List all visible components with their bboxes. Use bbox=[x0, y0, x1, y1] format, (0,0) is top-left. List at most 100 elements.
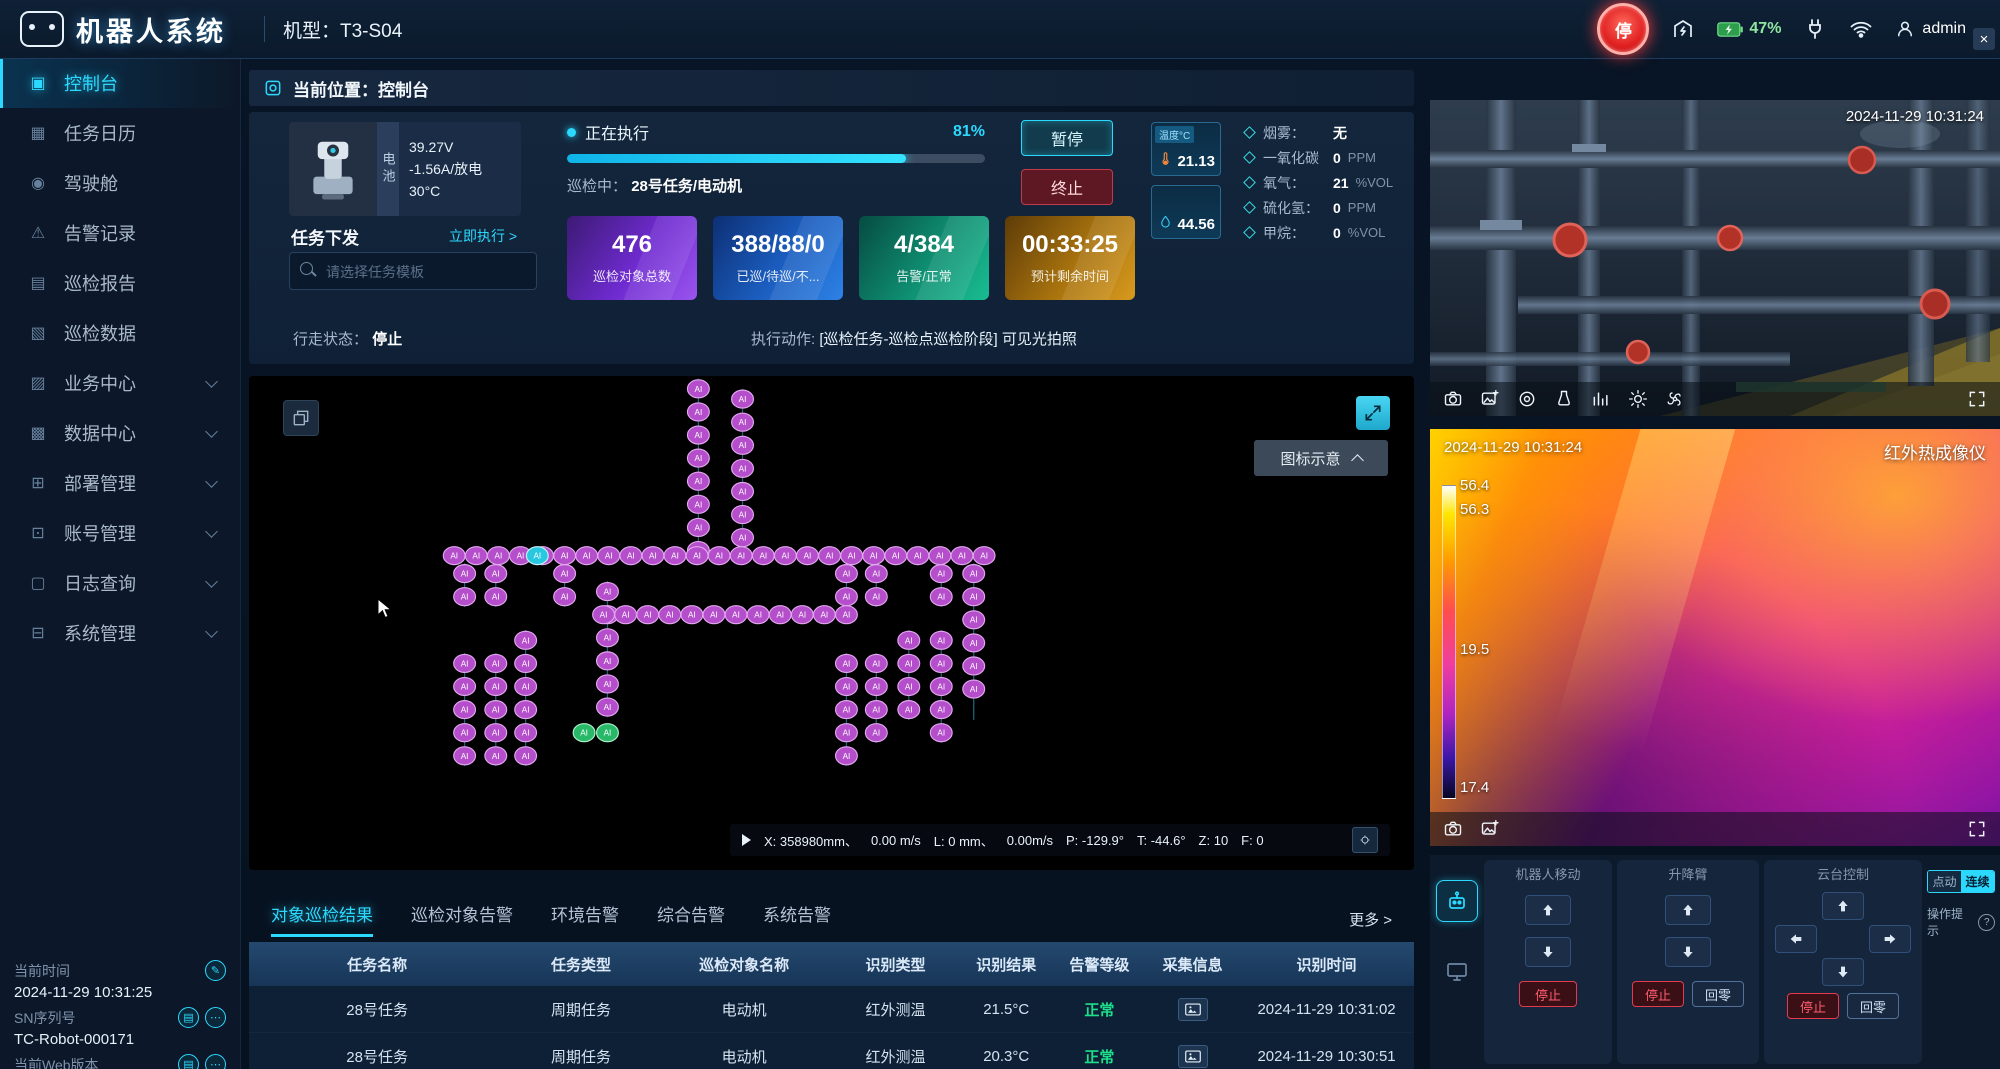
svg-text:AI: AI bbox=[759, 552, 767, 561]
console-icon: ▣ bbox=[27, 73, 49, 93]
continuous-option[interactable]: 连续 bbox=[1961, 871, 1994, 892]
capture-add-icon[interactable] bbox=[1480, 389, 1500, 409]
move-stop-button[interactable]: 停止 bbox=[1519, 981, 1577, 1007]
table-row[interactable]: 28号任务 周期任务 电动机 红外测温 20.3°C 正常 2024-11-29… bbox=[249, 1033, 1414, 1069]
more-dots-icon[interactable]: ⋯ bbox=[205, 1007, 226, 1028]
robot-move-panel: 机器人移动 停止 bbox=[1484, 860, 1612, 1064]
ptz-stop-button[interactable]: 停止 bbox=[1787, 993, 1839, 1019]
gas-readings: 烟雾：无 一氧化碳0PPM 氧气：21%VOL 硫化氢：0PPM 甲烷：0%VO… bbox=[1245, 120, 1413, 245]
flask-icon[interactable] bbox=[1554, 389, 1574, 409]
user-menu[interactable]: admin bbox=[1895, 19, 1966, 39]
sidebar-item-account[interactable]: ⊡ 账号管理 bbox=[0, 508, 240, 558]
wiper-fan-icon[interactable] bbox=[1665, 389, 1685, 409]
legend-toggle[interactable]: 图标示意 bbox=[1254, 440, 1388, 476]
tab-env-alarms[interactable]: 环境告警 bbox=[551, 901, 619, 937]
tab-object-alarms[interactable]: 巡检对象告警 bbox=[411, 901, 513, 937]
sidebar-item-data-center[interactable]: ▩ 数据中心 bbox=[0, 408, 240, 458]
inspecting-label: 巡检中： bbox=[567, 178, 627, 195]
jog-option[interactable]: 点动 bbox=[1928, 871, 1961, 892]
sidebar-item-log-query[interactable]: ▢ 日志查询 bbox=[0, 558, 240, 608]
battery-tab-label: 电池 bbox=[377, 122, 399, 216]
sidebar-item-deployment[interactable]: ⊞ 部署管理 bbox=[0, 458, 240, 508]
svg-text:AI: AI bbox=[695, 523, 703, 532]
close-icon[interactable]: × bbox=[1973, 28, 1995, 50]
snapshot-icon[interactable] bbox=[1443, 819, 1463, 839]
col-capture-info: 采集信息 bbox=[1146, 954, 1239, 975]
app-logo: 机器人系统 bbox=[0, 10, 246, 49]
legend-label: 图标示意 bbox=[1280, 448, 1340, 469]
capture-add-icon[interactable] bbox=[1480, 819, 1500, 839]
sidebar-item-business-center[interactable]: ▨ 业务中心 bbox=[0, 358, 240, 408]
lift-up-button[interactable] bbox=[1665, 895, 1711, 925]
map-canvas[interactable]: AIAIAIAIAIAIAIAIAIAIAIAIAIAIAIAIAIAIAIAI… bbox=[249, 376, 1414, 870]
lift-down-button[interactable] bbox=[1665, 937, 1711, 967]
lift-stop-button[interactable]: 停止 bbox=[1632, 981, 1684, 1007]
svg-text:AI: AI bbox=[872, 729, 880, 738]
svg-text:AI: AI bbox=[627, 552, 635, 561]
svg-text:AI: AI bbox=[695, 408, 703, 417]
more-link[interactable]: 更多 > bbox=[1349, 909, 1392, 930]
locate-button[interactable] bbox=[1352, 827, 1378, 853]
capture-thumbnail[interactable] bbox=[1178, 1045, 1208, 1068]
charger-plug-icon[interactable] bbox=[1803, 17, 1827, 41]
snapshot-icon[interactable] bbox=[1443, 389, 1463, 409]
sidebar-item-inspection-data[interactable]: ▧ 巡检数据 bbox=[0, 308, 240, 358]
play-icon[interactable] bbox=[742, 834, 751, 846]
brightness-icon[interactable] bbox=[1628, 389, 1648, 409]
fullscreen-icon[interactable] bbox=[1967, 389, 1987, 409]
table-row[interactable]: 28号任务 周期任务 电动机 红外测温 21.5°C 正常 2024-11-29… bbox=[249, 986, 1414, 1033]
map-layers-button[interactable] bbox=[283, 400, 319, 436]
edit-icon[interactable]: ✎ bbox=[205, 960, 226, 981]
sidebar-item-inspection-report[interactable]: ▤ 巡检报告 bbox=[0, 258, 240, 308]
execute-now-link[interactable]: 立即执行 > bbox=[449, 226, 517, 246]
histogram-icon[interactable] bbox=[1591, 389, 1611, 409]
jog-continuous-toggle[interactable]: 点动 连续 bbox=[1927, 870, 1995, 893]
sidebar-item-task-calendar[interactable]: ▦ 任务日历 bbox=[0, 108, 240, 158]
move-up-button[interactable] bbox=[1525, 895, 1571, 925]
emergency-stop-button[interactable]: 停 bbox=[1597, 3, 1649, 55]
more-dots-icon[interactable]: ⋯ bbox=[205, 1054, 226, 1069]
fullscreen-icon[interactable] bbox=[1967, 819, 1987, 839]
svg-text:AI: AI bbox=[870, 552, 878, 561]
terminate-button[interactable]: 终止 bbox=[1021, 169, 1113, 205]
aperture-icon[interactable] bbox=[1517, 389, 1537, 409]
svg-text:AI: AI bbox=[604, 729, 612, 738]
grid-icon[interactable]: ▤ bbox=[178, 1054, 199, 1069]
screen-button[interactable] bbox=[1439, 956, 1475, 988]
sidebar-item-console[interactable]: ▣ 控制台 bbox=[0, 58, 240, 108]
map-expand-button[interactable] bbox=[1356, 396, 1390, 430]
ptz-zero-button[interactable]: 回零 bbox=[1847, 993, 1899, 1019]
svg-text:AI: AI bbox=[843, 752, 851, 761]
grid-icon[interactable]: ▤ bbox=[178, 1007, 199, 1028]
tab-object-results[interactable]: 对象巡检结果 bbox=[271, 901, 373, 937]
pause-button[interactable]: 暂停 bbox=[1021, 120, 1113, 156]
ptz-down-button[interactable] bbox=[1822, 958, 1864, 986]
sidebar-item-cockpit[interactable]: ◉ 驾驶舱 bbox=[0, 158, 240, 208]
svg-text:AI: AI bbox=[843, 611, 851, 620]
tab-combined-alarms[interactable]: 综合告警 bbox=[657, 901, 725, 937]
ptz-up-button[interactable] bbox=[1822, 892, 1864, 920]
sidebar-item-alarm-records[interactable]: ⚠ 告警记录 bbox=[0, 208, 240, 258]
dock-icon[interactable] bbox=[1671, 17, 1695, 41]
stat-value: 4/384 bbox=[894, 231, 954, 259]
svg-text:AI: AI bbox=[494, 552, 502, 561]
lift-zero-button[interactable]: 回零 bbox=[1692, 981, 1744, 1007]
stat-label: 巡检对象总数 bbox=[593, 266, 671, 285]
ptz-right-button[interactable] bbox=[1869, 925, 1911, 953]
ptz-left-button[interactable] bbox=[1775, 925, 1817, 953]
walk-status-label: 行走状态： bbox=[293, 331, 368, 348]
status-panel: 电池 39.27V -1.56A/放电 30°C 正在执行 81% 巡检中： 2… bbox=[249, 112, 1414, 364]
sidebar-item-system[interactable]: ⊟ 系统管理 bbox=[0, 608, 240, 658]
robot-mode-button[interactable] bbox=[1436, 880, 1478, 922]
svg-text:AI: AI bbox=[820, 611, 828, 620]
move-down-button[interactable] bbox=[1525, 937, 1571, 967]
task-template-input[interactable] bbox=[324, 253, 530, 291]
svg-text:AI: AI bbox=[739, 534, 747, 543]
svg-text:AI: AI bbox=[843, 659, 851, 668]
tab-system-alarms[interactable]: 系统告警 bbox=[763, 901, 831, 937]
help-icon[interactable]: ? bbox=[1978, 914, 1995, 931]
telemetry-z: Z: 10 bbox=[1199, 833, 1229, 848]
svg-text:AI: AI bbox=[695, 385, 703, 394]
svg-text:AI: AI bbox=[492, 593, 500, 602]
capture-thumbnail[interactable] bbox=[1178, 998, 1208, 1021]
